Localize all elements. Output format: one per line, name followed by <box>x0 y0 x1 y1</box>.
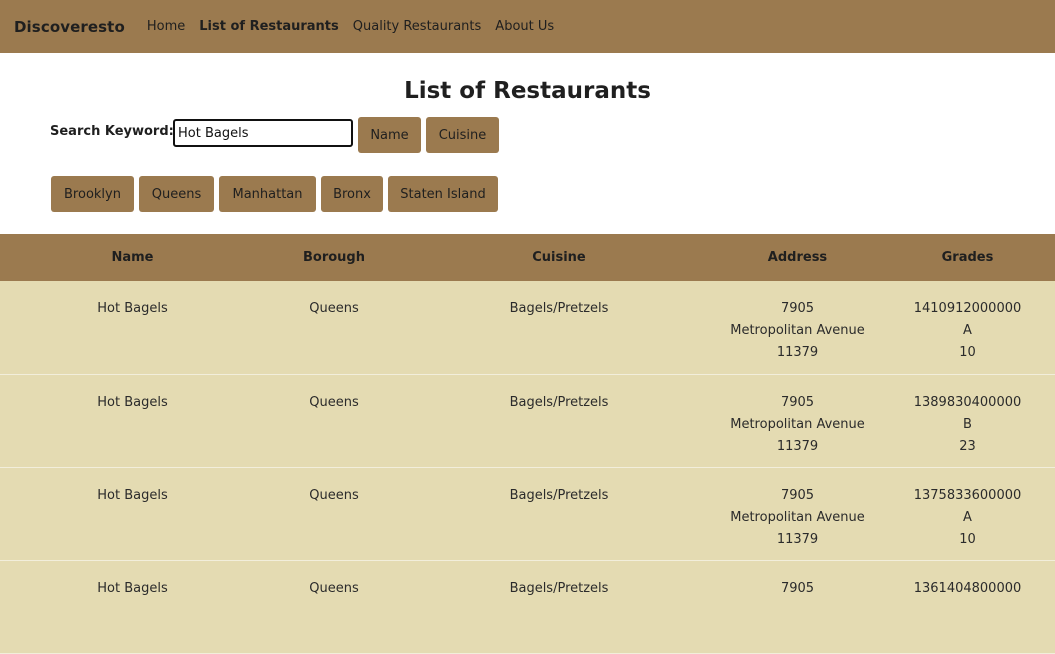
search-label: Search Keyword: <box>50 124 174 139</box>
cell-name: Hot Bagels <box>97 580 168 596</box>
nav-link-quality-restaurants[interactable]: Quality Restaurants <box>353 19 482 34</box>
search-input[interactable] <box>173 119 353 147</box>
cell-borough: Queens <box>309 487 359 503</box>
cell-cuisine: Bagels/Pretzels <box>509 301 609 316</box>
grade-score: 10 <box>959 345 976 360</box>
column-header-borough[interactable]: Borough <box>265 234 403 281</box>
address-zipcode: 11379 <box>776 531 819 547</box>
restaurants-table: Name Borough Cuisine Address Grades Hot … <box>0 234 1055 654</box>
grade-score: 23 <box>959 438 976 454</box>
grade-date: 1389830400000 <box>913 394 1022 410</box>
table-header-row: Name Borough Cuisine Address Grades <box>0 234 1055 281</box>
grade-date: 1375833600000 <box>913 487 1022 503</box>
cell-name: Hot Bagels <box>97 487 168 503</box>
cell-address: 7905 <box>715 560 880 653</box>
grade-letter: A <box>963 323 972 338</box>
search-by-name-button[interactable]: Name <box>358 117 421 153</box>
address-zipcode: 11379 <box>776 345 819 360</box>
table-row[interactable]: Hot Bagels Queens Bagels/Pretzels 7905 M… <box>0 467 1055 560</box>
column-header-grades[interactable]: Grades <box>880 234 1055 281</box>
cell-borough: Queens <box>309 580 359 596</box>
cell-grades: 1389830400000 B 23 <box>880 374 1055 467</box>
address-zipcode: 11379 <box>776 438 819 454</box>
cell-borough: Queens <box>309 394 359 410</box>
address-building: 7905 <box>780 394 815 410</box>
cell-address: 7905 Metropolitan Avenue 11379 <box>715 467 880 560</box>
page-title: List of Restaurants <box>404 78 651 104</box>
cell-name: Hot Bagels <box>97 301 168 316</box>
nav-link-about-us[interactable]: About Us <box>495 19 554 34</box>
search-by-cuisine-button[interactable]: Cuisine <box>426 117 499 153</box>
address-building: 7905 <box>780 580 815 596</box>
cell-grades: 1410912000000 A 10 <box>880 281 1055 374</box>
cell-borough: Queens <box>309 301 359 316</box>
address-building: 7905 <box>780 487 815 503</box>
address-street: Metropolitan Avenue <box>730 509 865 525</box>
grade-letter: B <box>963 416 972 432</box>
cell-address: 7905 Metropolitan Avenue 11379 <box>715 374 880 467</box>
grade-date: 1361404800000 <box>913 580 1022 596</box>
grade-letter: A <box>963 509 972 525</box>
borough-button-bronx[interactable]: Bronx <box>321 176 383 212</box>
navbar: Discoveresto Home List of Restaurants Qu… <box>0 0 1055 53</box>
cell-grades: 1361404800000 <box>880 560 1055 653</box>
table-row[interactable]: Hot Bagels Queens Bagels/Pretzels 7905 M… <box>0 374 1055 467</box>
cell-cuisine: Bagels/Pretzels <box>509 580 609 596</box>
borough-button-staten-island[interactable]: Staten Island <box>388 176 498 212</box>
cell-cuisine: Bagels/Pretzels <box>509 487 609 503</box>
borough-button-queens[interactable]: Queens <box>139 176 214 212</box>
borough-button-manhattan[interactable]: Manhattan <box>219 176 316 212</box>
column-header-address[interactable]: Address <box>715 234 880 281</box>
address-street: Metropolitan Avenue <box>730 416 865 432</box>
cell-address: 7905 Metropolitan Avenue 11379 <box>715 281 880 374</box>
column-header-cuisine[interactable]: Cuisine <box>403 234 715 281</box>
table-row[interactable]: Hot Bagels Queens Bagels/Pretzels 7905 1… <box>0 560 1055 653</box>
address-building: 7905 <box>780 301 815 316</box>
cell-name: Hot Bagels <box>97 394 168 410</box>
grade-date: 1410912000000 <box>913 301 1022 316</box>
cell-cuisine: Bagels/Pretzels <box>509 394 609 410</box>
borough-button-brooklyn[interactable]: Brooklyn <box>51 176 134 212</box>
brand-logo[interactable]: Discoveresto <box>14 18 125 36</box>
nav-link-home[interactable]: Home <box>147 19 185 34</box>
nav-link-list-of-restaurants[interactable]: List of Restaurants <box>199 19 339 34</box>
cell-grades: 1375833600000 A 10 <box>880 467 1055 560</box>
address-street: Metropolitan Avenue <box>730 323 865 338</box>
restaurants-table-container: Name Borough Cuisine Address Grades Hot … <box>0 234 1055 654</box>
grade-score: 10 <box>959 531 976 547</box>
table-row[interactable]: Hot Bagels Queens Bagels/Pretzels 7905 M… <box>0 281 1055 374</box>
column-header-name[interactable]: Name <box>0 234 265 281</box>
